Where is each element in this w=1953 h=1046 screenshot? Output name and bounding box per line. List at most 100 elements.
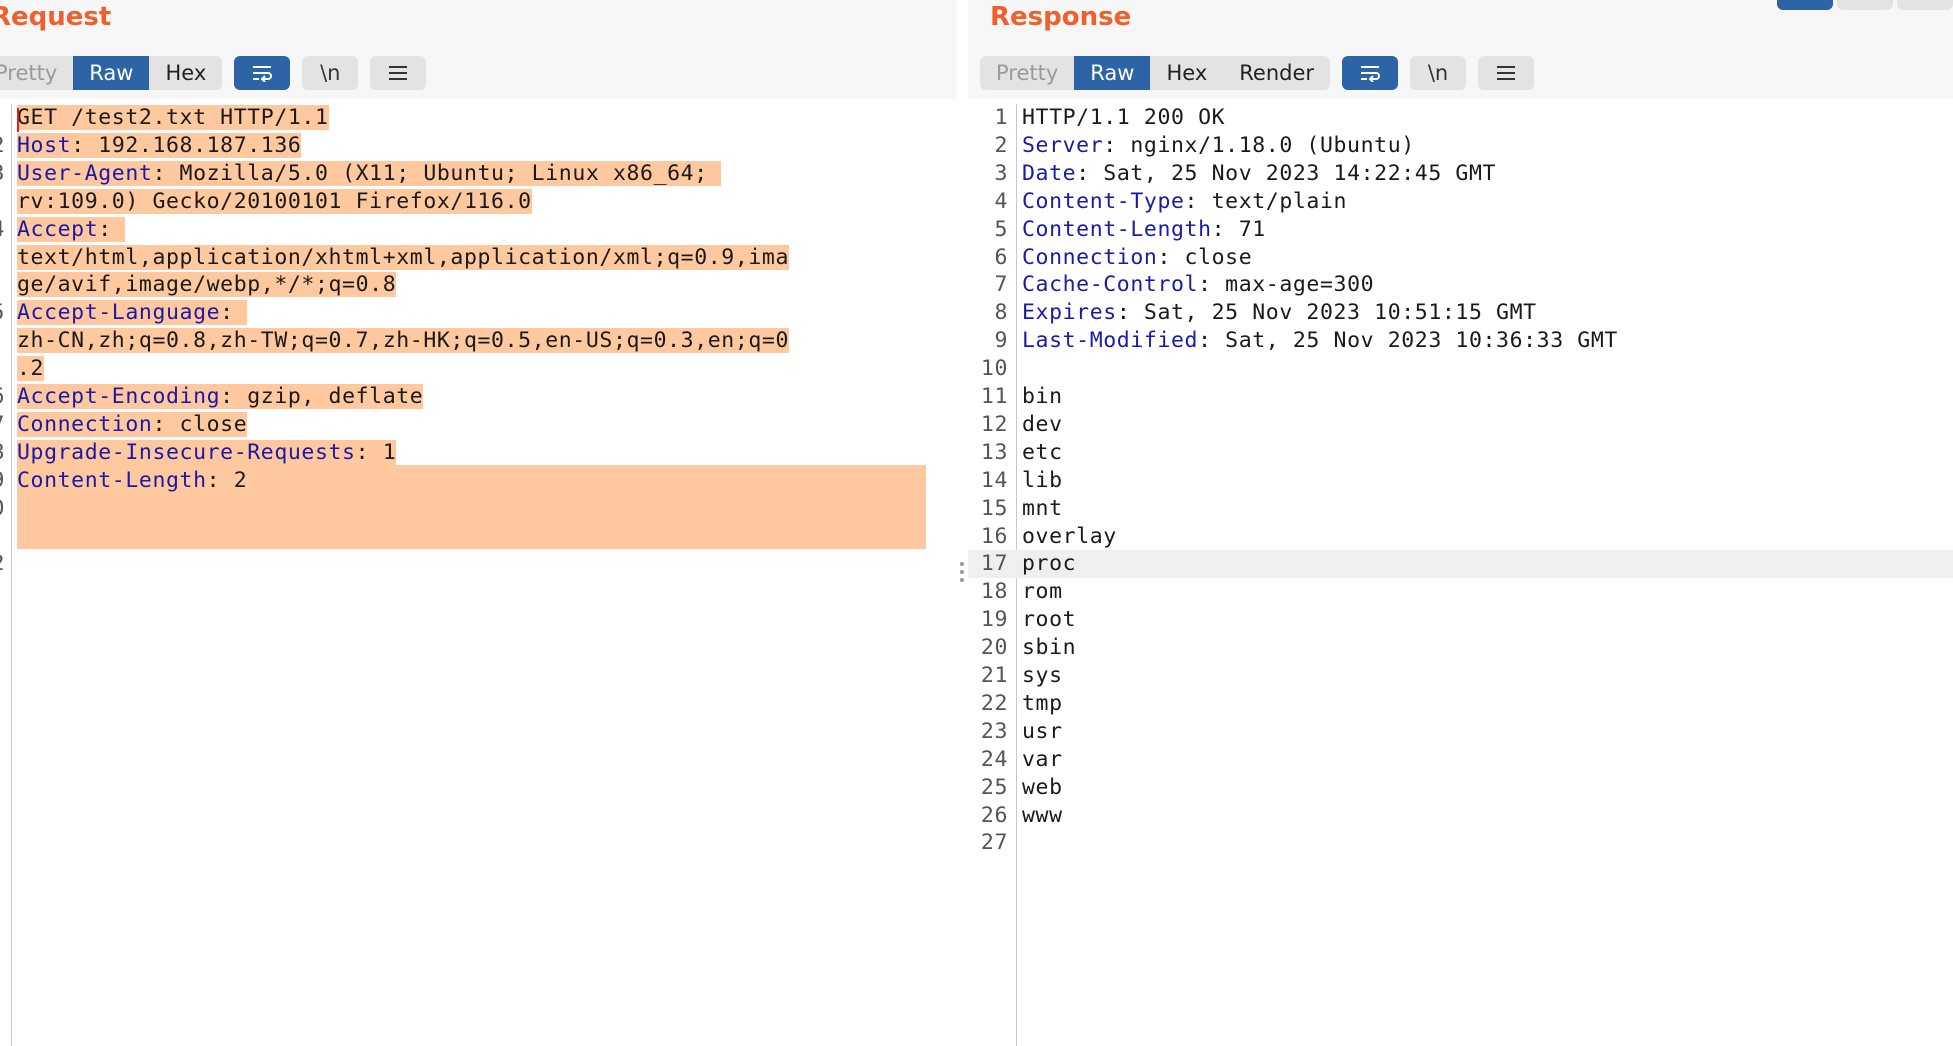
line-text: sbin (1022, 635, 1077, 661)
line-number: 14 (980, 467, 1008, 493)
line-text: : 71 (1211, 216, 1266, 242)
request-editor[interactable]: GET /test2.txt HTTP/1.1 2 Host: 192.168.18… (0, 104, 957, 1046)
layout-vertical-button[interactable] (1837, 0, 1893, 10)
splitter-handle-icon[interactable] (960, 562, 965, 586)
response-tab-pretty[interactable]: Pretty (980, 56, 1074, 90)
response-header: Response Pretty Raw Hex Render \n (968, 0, 1953, 99)
line-number: 12 (980, 411, 1008, 437)
header-name: Content-Length (1022, 216, 1212, 242)
response-line: 22 tmp (968, 690, 1953, 718)
hamburger-menu-icon (389, 66, 408, 80)
line-text: : Sat, 25 Nov 2023 14:22:45 GMT (1076, 160, 1497, 186)
line-number: 2 (994, 132, 1008, 158)
response-line: 9 Last-Modified: Sat, 25 Nov 2023 10:36:3… (968, 327, 1953, 355)
response-line: 26 www (968, 802, 1953, 830)
request-line: 5 Accept-Language: (0, 299, 957, 327)
header-value: : close (152, 411, 248, 437)
line-number: 16 (980, 523, 1008, 549)
line-number: 2 (0, 550, 5, 578)
panel-splitter[interactable] (957, 0, 968, 1046)
request-line: 4 Accept: (0, 216, 957, 244)
request-toolbar: Pretty Raw Hex \n (0, 56, 427, 90)
request-tab-raw[interactable]: Raw (73, 56, 150, 90)
line-text: HTTP/1.1 200 OK (1022, 105, 1226, 130)
line-number: 18 (980, 579, 1008, 605)
header-name: Accept-Language (17, 300, 221, 326)
line-number: 4 (0, 216, 5, 244)
line-number: 9 (0, 467, 5, 495)
header-value: : Mozilla/5.0 (X11; Ubuntu; Linux x86_64… (152, 160, 722, 186)
request-line: 0 (0, 495, 957, 523)
text-caret (17, 108, 19, 132)
line-number: 21 (980, 663, 1008, 688)
request-tab-pretty[interactable]: Pretty (0, 56, 73, 90)
header-name: Accept-Encoding (17, 384, 221, 409)
line-text: mnt (1022, 495, 1063, 521)
response-menu-button[interactable] (1478, 56, 1535, 90)
line-text: etc (1022, 439, 1063, 465)
line-number: 6 (0, 383, 5, 411)
line-text: tmp (1022, 690, 1063, 716)
line-number: 11 (980, 384, 1008, 409)
header-value: : (220, 300, 248, 326)
request-line: 7 Connection: close (0, 411, 957, 439)
line-number: 25 (980, 774, 1008, 800)
line-number: 9 (994, 328, 1008, 354)
request-line (0, 523, 957, 551)
response-newline-button[interactable]: \n (1410, 56, 1467, 90)
response-line: 15 mnt (968, 495, 1953, 523)
request-newline-button[interactable]: \n (302, 56, 359, 90)
wrap-lines-icon (1361, 66, 1380, 82)
response-line: 11 bin (968, 383, 1953, 411)
header-value: zh-CN,zh;q=0.8,zh-TW;q=0.7,zh-HK;q=0.5,e… (17, 328, 790, 354)
line-number: 3 (0, 160, 5, 188)
line-number: 8 (994, 300, 1008, 326)
request-line: text/html,application/xhtml+xml,applicat… (0, 244, 957, 272)
response-line: 18 rom (968, 578, 1953, 606)
line-text: : Sat, 25 Nov 2023 10:51:15 GMT (1116, 300, 1537, 326)
response-line: 13 etc (968, 439, 1953, 467)
response-wrap-button[interactable] (1342, 56, 1399, 90)
header-value: : 2 (206, 467, 248, 493)
response-line: 4 Content-Type: text/plain (968, 188, 1953, 216)
line-number: 3 (994, 160, 1008, 186)
request-line: 2 Host: 192.168.187.136 (0, 132, 957, 160)
request-line: 6 Accept-Encoding: gzip, deflate (0, 383, 957, 411)
line-number: 8 (0, 439, 5, 467)
line-number: 17 (980, 551, 1008, 577)
request-title: Request (0, 2, 112, 32)
header-value: .2 (17, 356, 45, 382)
line-number: 6 (994, 244, 1008, 270)
line-number: 1 (994, 105, 1008, 130)
response-tab-hex[interactable]: Hex (1150, 56, 1223, 90)
header-name: Content-Length (17, 467, 207, 493)
layout-tabs-button[interactable] (1897, 0, 1953, 10)
request-header: Request Pretty Raw Hex \n (0, 0, 957, 99)
request-line: GET /test2.txt HTTP/1.1 (0, 104, 957, 132)
header-name: Accept (17, 216, 99, 242)
line-number: 7 (0, 411, 5, 439)
header-value: : (98, 216, 126, 242)
response-tab-raw[interactable]: Raw (1074, 56, 1151, 90)
newline-icon: \n (320, 61, 341, 85)
layout-side-by-side-button[interactable] (1777, 0, 1833, 10)
header-value: GET /test2.txt HTTP/1.1 (17, 105, 329, 130)
line-text: proc (1022, 551, 1077, 577)
request-wrap-button[interactable] (234, 56, 291, 90)
line-number: 5 (994, 216, 1008, 242)
request-tab-hex[interactable]: Hex (149, 56, 222, 90)
header-name: Content-Type (1022, 188, 1185, 214)
response-toolbar: Pretty Raw Hex Render \n (980, 56, 1535, 90)
line-text: root (1022, 607, 1077, 633)
header-name: Last-Modified (1022, 328, 1199, 354)
request-line: rv:109.0) Gecko/20100101 Firefox/116.0 (0, 188, 957, 216)
response-editor[interactable]: 1 HTTP/1.1 200 OK 2 Server: nginx/1.18.0 (U… (968, 104, 1953, 1046)
response-line: 10 (968, 355, 1953, 383)
header-name: Server (1022, 132, 1104, 158)
response-line: 14 lib (968, 467, 1953, 495)
response-tab-render[interactable]: Render (1223, 56, 1330, 90)
layout-buttons (1773, 0, 1953, 10)
request-menu-button[interactable] (370, 56, 427, 90)
response-line: 21 sys (968, 662, 1953, 690)
header-name: Connection (1022, 244, 1158, 270)
